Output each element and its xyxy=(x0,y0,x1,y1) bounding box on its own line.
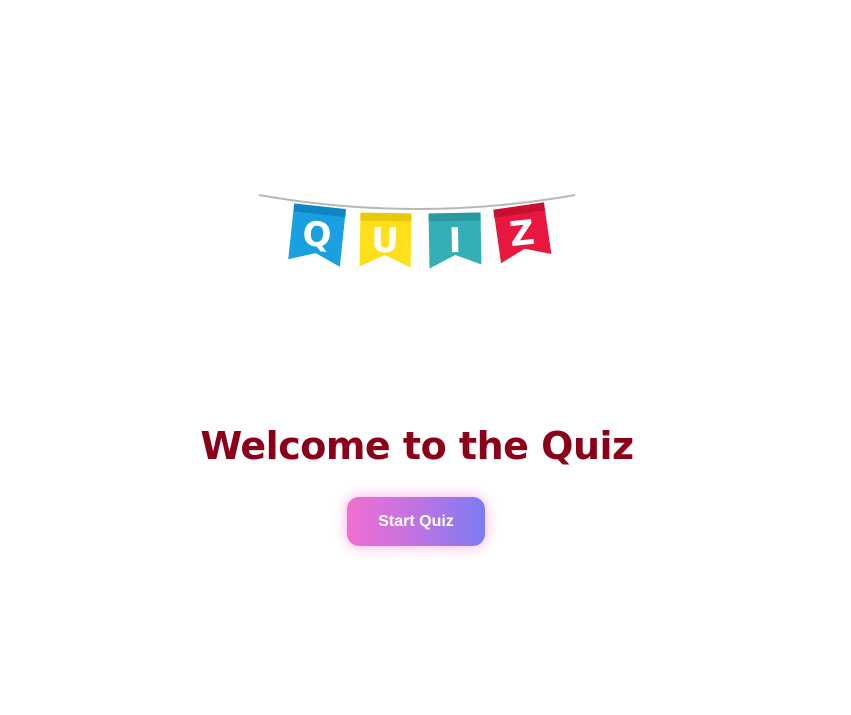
banner-letter-u: U xyxy=(371,221,399,261)
banner-letter-q: Q xyxy=(301,214,333,256)
banner-flag-i: I xyxy=(428,212,482,269)
banner-flag-z: Z xyxy=(493,202,552,264)
quiz-banner-icon: Q U I Z xyxy=(255,185,580,280)
start-quiz-button[interactable]: Start Quiz xyxy=(347,497,485,546)
banner-letter-z: Z xyxy=(508,213,537,255)
page-title: Welcome to the Quiz xyxy=(200,424,634,468)
banner-flag-q: Q xyxy=(288,203,346,267)
banner-flag-u: U xyxy=(359,212,412,268)
quiz-welcome-page: Q U I Z Welcome to the Quiz Start Quiz xyxy=(0,0,851,715)
banner-letter-i: I xyxy=(448,221,461,261)
